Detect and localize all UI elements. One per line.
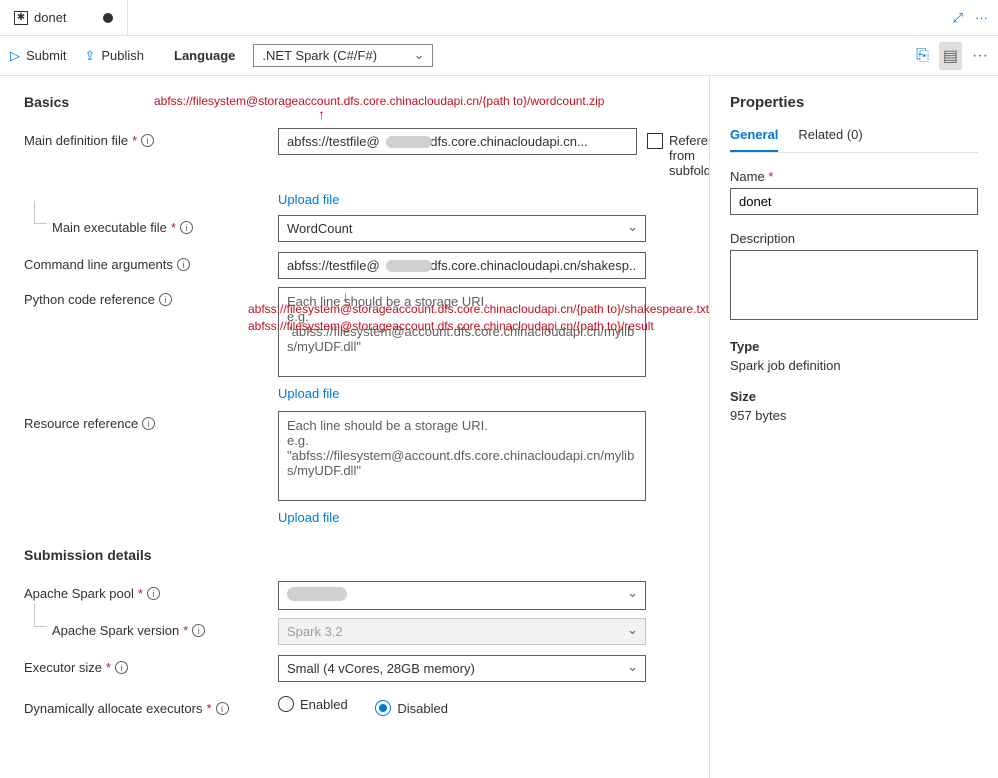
resource-reference-input[interactable] (278, 411, 646, 501)
name-label: Name * (730, 169, 978, 184)
info-icon[interactable]: i (192, 624, 205, 637)
upload-file-link[interactable]: Upload file (278, 510, 646, 525)
play-icon: ▷ (10, 48, 20, 64)
command-line-arguments-label: Command line arguments i (24, 252, 278, 272)
tab-donet[interactable]: ✱ donet (0, 0, 128, 35)
form-pane[interactable]: abfss://filesystem@storageaccount.dfs.co… (0, 76, 709, 778)
radio-enabled[interactable]: Enabled (278, 696, 348, 712)
info-icon[interactable]: i (115, 661, 128, 674)
spark-pool-select[interactable] (278, 581, 646, 610)
upload-file-link[interactable]: Upload file (278, 192, 646, 207)
python-code-reference-label: Python code reference i (24, 287, 278, 307)
upload-icon: ⇪ (84, 48, 95, 64)
language-label: Language (174, 48, 235, 63)
dynamic-allocate-label: Dynamically allocate executors * i (24, 696, 278, 716)
spark-pool-label: Apache Spark pool * i (24, 581, 278, 601)
properties-panel: Properties General Related (0) Name * De… (710, 76, 998, 778)
main-executable-file-select[interactable] (278, 215, 646, 242)
codeview-icon[interactable]: ⎘ (916, 47, 929, 65)
tab-bar: ✱ donet ⤢ ··· (0, 0, 998, 36)
unsaved-dot-icon (103, 13, 113, 23)
type-value: Spark job definition (730, 358, 978, 373)
spark-version-label: Apache Spark version * i (24, 618, 278, 638)
main-definition-file-input[interactable] (278, 128, 637, 155)
referenced-label: Referenced from subfolder (669, 133, 709, 178)
more-actions-icon[interactable]: ··· (972, 47, 988, 65)
file-icon: ✱ (14, 11, 28, 25)
main-executable-file-label: Main executable file * i (24, 215, 278, 235)
size-value: 957 bytes (730, 408, 978, 423)
annotation-mid2: abfss://filesystem@storageaccount.dfs.co… (248, 319, 654, 333)
upload-file-link[interactable]: Upload file (278, 386, 646, 401)
description-label: Description (730, 231, 978, 246)
radio-disabled[interactable]: Disabled (375, 700, 448, 716)
info-icon[interactable]: i (216, 702, 229, 715)
properties-title: Properties (730, 94, 978, 111)
description-input[interactable] (730, 250, 978, 320)
size-label: Size (730, 389, 978, 404)
resource-reference-label: Resource reference i (24, 411, 278, 431)
spark-version-select (278, 618, 646, 645)
type-label: Type (730, 339, 978, 354)
main-definition-file-label: Main definition file * i (24, 128, 278, 148)
annotation-mid1: abfss://filesystem@storageaccount.dfs.co… (248, 302, 709, 316)
action-bar: ▷ Submit ⇪ Publish Language .NET Spark (… (0, 36, 998, 76)
publish-button[interactable]: ⇪ Publish (84, 48, 144, 64)
info-icon[interactable]: i (141, 134, 154, 147)
section-submission: Submission details (24, 547, 709, 563)
info-icon[interactable]: i (142, 417, 155, 430)
info-icon[interactable]: i (147, 587, 160, 600)
language-select[interactable]: .NET Spark (C#/F#) (253, 44, 433, 67)
tab-related[interactable]: Related (0) (798, 127, 862, 152)
name-input[interactable] (730, 188, 978, 215)
arrow-up-icon: ↑ (318, 106, 325, 122)
executor-size-select[interactable] (278, 655, 646, 682)
tab-general[interactable]: General (730, 127, 778, 152)
referenced-checkbox[interactable] (647, 133, 663, 149)
info-icon[interactable]: i (159, 293, 172, 306)
properties-icon[interactable]: ▤ (939, 42, 962, 70)
submit-button[interactable]: ▷ Submit (10, 48, 66, 64)
info-icon[interactable]: i (177, 258, 190, 271)
popout-icon[interactable]: ⤢ (953, 10, 963, 26)
annotation-top: abfss://filesystem@storageaccount.dfs.co… (154, 94, 604, 108)
command-line-arguments-input[interactable] (278, 252, 646, 279)
info-icon[interactable]: i (180, 221, 193, 234)
more-icon[interactable]: ··· (975, 10, 988, 26)
executor-size-label: Executor size * i (24, 655, 278, 675)
tab-title: donet (34, 10, 67, 25)
